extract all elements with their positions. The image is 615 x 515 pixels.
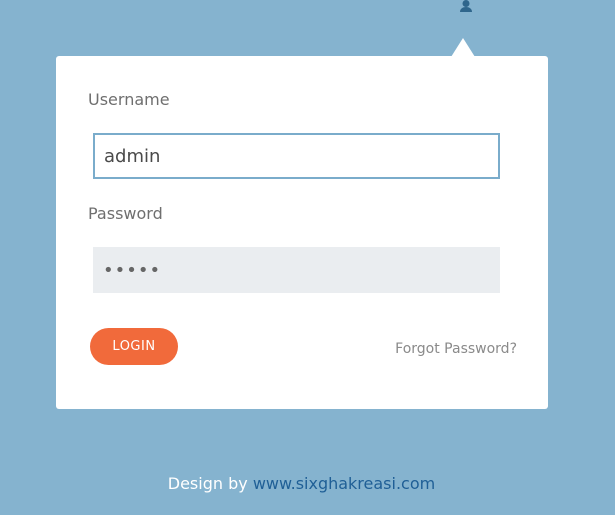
password-input[interactable] bbox=[93, 247, 500, 293]
password-label: Password bbox=[88, 204, 163, 223]
footer-credit-link[interactable]: www.sixghakreasi.com bbox=[253, 474, 435, 493]
login-card: Username Password LOGIN Forgot Password? bbox=[56, 56, 548, 409]
footer-credit: Design by www.sixghakreasi.com bbox=[0, 474, 603, 493]
card-pointer bbox=[451, 38, 475, 57]
username-input[interactable] bbox=[93, 133, 500, 179]
login-button[interactable]: LOGIN bbox=[90, 328, 178, 365]
forgot-password-link[interactable]: Forgot Password? bbox=[395, 341, 517, 357]
footer-credit-text: Design by bbox=[167, 474, 248, 493]
user-icon bbox=[460, 0, 472, 12]
username-label: Username bbox=[88, 90, 170, 109]
